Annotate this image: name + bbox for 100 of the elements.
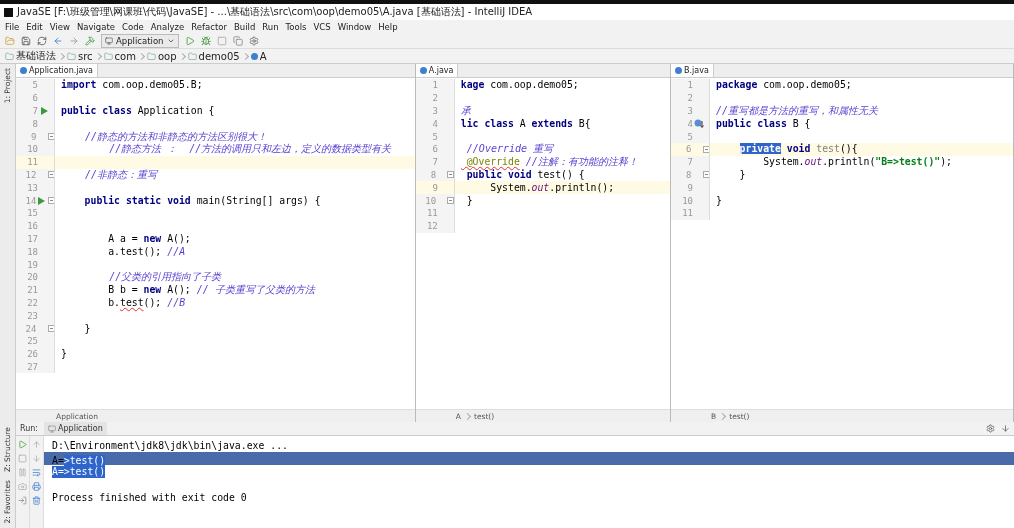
menu-item[interactable]: Build	[233, 21, 256, 32]
stop-icon[interactable]	[216, 35, 227, 46]
menu-item[interactable]: Code	[122, 21, 144, 32]
run-tab[interactable]: Application	[44, 422, 107, 435]
menu-item[interactable]: Analyze	[150, 21, 185, 32]
breadcrumb-item[interactable]: A	[250, 50, 267, 62]
menu-item[interactable]: Help	[378, 21, 398, 32]
run-icon[interactable]	[40, 107, 48, 115]
override-icon[interactable]	[694, 119, 705, 129]
line-number: 10	[424, 195, 437, 206]
fold-icon[interactable]	[447, 197, 454, 205]
code-line: b.test(); //B	[107, 296, 186, 309]
forward-icon[interactable]	[69, 35, 79, 46]
settings-icon[interactable]	[986, 424, 995, 433]
code-line: B b = new A(); // 子类重写了父类的方法	[107, 284, 315, 297]
menu-item[interactable]: View	[49, 21, 70, 32]
line-number: 4	[431, 118, 438, 129]
folder-icon	[103, 51, 113, 61]
code-line: //非静态：重写	[84, 168, 158, 181]
code-line: A a = new A();	[107, 232, 191, 245]
menu-item[interactable]: Navigate	[76, 21, 115, 32]
run-config-dropdown[interactable]: Application	[101, 33, 179, 48]
code-line: public void test() {	[465, 168, 585, 181]
up-icon[interactable]	[32, 440, 41, 449]
back-icon[interactable]	[53, 35, 63, 46]
camera-icon[interactable]	[18, 482, 27, 491]
line-number: 12	[24, 169, 37, 180]
settings-icon[interactable]	[248, 35, 259, 46]
fold-icon[interactable]	[47, 171, 54, 179]
hide-icon[interactable]	[1001, 424, 1010, 433]
breadcrumb-item[interactable]: 基础语法	[5, 49, 56, 63]
line-number: 9	[29, 131, 37, 142]
line-number: 1	[431, 80, 438, 91]
down-icon[interactable]	[32, 454, 41, 463]
code-line: private void test(){	[710, 143, 858, 156]
menu-item[interactable]: Run	[262, 21, 279, 32]
editor-tab[interactable]: B.java	[671, 64, 714, 77]
pause-icon[interactable]	[18, 468, 27, 477]
rerun-icon[interactable]	[18, 440, 27, 449]
line-number: 17	[26, 233, 38, 244]
menu-item[interactable]: Refactor	[191, 21, 227, 32]
line-number: 19	[26, 259, 38, 270]
code-line: System.out.println("B=>test()");	[762, 156, 952, 169]
breadcrumb-item[interactable]: com	[103, 50, 136, 62]
fold-icon[interactable]	[702, 145, 710, 153]
trash-icon[interactable]	[32, 496, 41, 505]
breadcrumb-item[interactable]: demo05	[187, 50, 240, 62]
class-icon	[250, 52, 258, 60]
line-number: 20	[26, 272, 38, 283]
print-icon[interactable]	[32, 482, 41, 491]
line-number: 6	[31, 93, 38, 104]
code-line: @Override //注解：有功能的注释！	[465, 156, 638, 169]
line-number: 2	[686, 93, 694, 104]
line-number: 1	[686, 80, 694, 91]
line-number: 18	[26, 246, 38, 257]
line-number: 2	[431, 93, 438, 104]
wrap-icon[interactable]	[32, 468, 41, 477]
open-folder-icon[interactable]	[5, 35, 15, 46]
debug-icon[interactable]	[200, 35, 211, 46]
fold-icon[interactable]	[447, 171, 454, 179]
line-number: 15	[26, 208, 38, 219]
breadcrumb-item[interactable]: oop	[146, 50, 177, 62]
sync-icon[interactable]	[37, 35, 47, 46]
code-line: import com.oop.demo05.B;	[60, 79, 203, 92]
line-number: 22	[26, 297, 38, 308]
class-icon	[419, 67, 427, 74]
fold-icon[interactable]	[47, 197, 54, 205]
code-line: System.out.println();	[489, 181, 615, 194]
line-number: 7	[686, 157, 694, 168]
fold-icon[interactable]	[702, 171, 710, 179]
fold-icon[interactable]	[47, 325, 54, 333]
menu-item[interactable]: Edit	[26, 21, 43, 32]
folder-icon	[5, 51, 14, 61]
window-icon	[48, 424, 57, 433]
line-number: 11	[425, 208, 438, 219]
line-number: 26	[26, 349, 38, 360]
menu-item[interactable]: VCS	[313, 21, 331, 32]
run-icon[interactable]	[184, 35, 195, 46]
line-number: 5	[686, 131, 694, 142]
line-number: 7	[31, 106, 38, 116]
exit-icon[interactable]	[18, 496, 27, 505]
line-number: 5	[31, 80, 38, 91]
console-line: D:\Environment\jdk8\jdk\bin\java.exe ...	[52, 439, 288, 452]
editor-tab[interactable]: Application.java	[16, 64, 98, 77]
line-number: 27	[26, 361, 38, 372]
line-number: 9	[431, 182, 438, 193]
folder-icon	[67, 51, 76, 61]
menu-item[interactable]: File	[5, 21, 20, 32]
line-number: 5	[431, 131, 438, 142]
menu-item[interactable]: Tools	[285, 21, 307, 32]
breadcrumb-item[interactable]: src	[67, 50, 93, 62]
build-icon[interactable]	[85, 35, 95, 46]
class-icon	[20, 67, 27, 74]
code-line: }	[715, 194, 722, 207]
stop-icon[interactable]	[18, 454, 27, 463]
editor-tab[interactable]: A.java	[415, 64, 459, 77]
run-icon[interactable]	[38, 196, 46, 205]
save-icon[interactable]	[21, 35, 31, 46]
menu-item[interactable]: Window	[337, 21, 372, 32]
fold-icon[interactable]	[47, 133, 54, 141]
